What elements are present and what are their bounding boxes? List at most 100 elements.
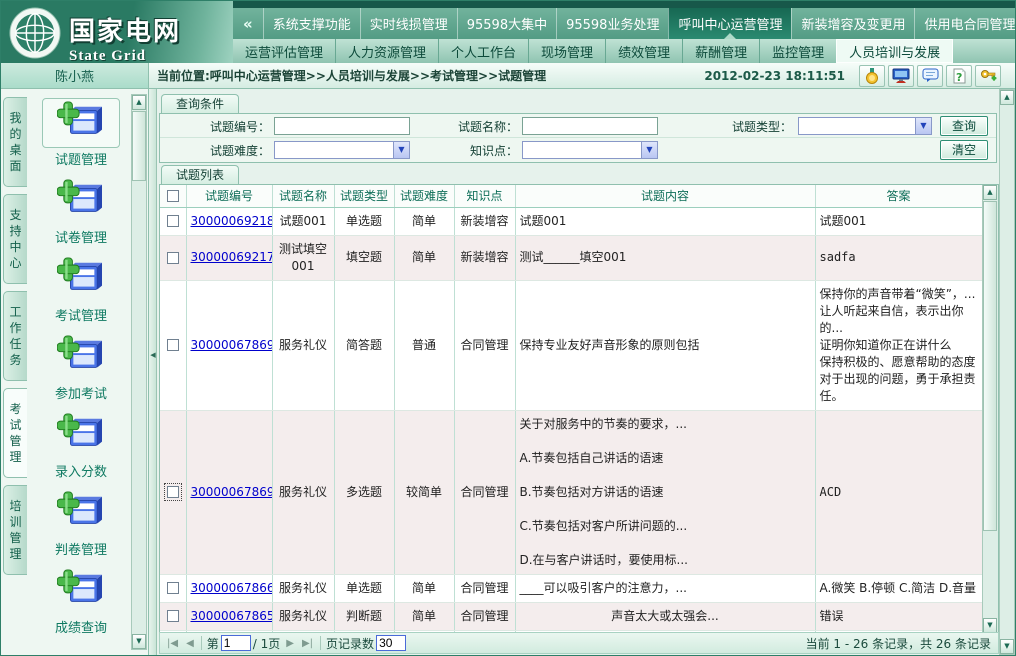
col-answer: 答案 [815, 185, 982, 207]
logo: 国家电网 State Grid [1, 1, 233, 63]
sidebar-tab-exam-mgmt[interactable]: 考试管理 [3, 388, 27, 478]
question-name-input[interactable] [522, 117, 658, 135]
scroll-thumb[interactable] [132, 111, 146, 181]
toolbar: 当前位置:呼叫中心运营管理>>人员培训与发展>>考试管理>>试题管理 2012-… [149, 63, 1015, 89]
question-link[interactable]: 300000692180 [191, 214, 273, 228]
chevron-down-icon: ▼ [393, 142, 409, 158]
question-link[interactable]: 300000678658 [191, 609, 273, 623]
subnav-performance[interactable]: 绩效管理 [605, 39, 682, 63]
row-checkbox[interactable] [167, 252, 179, 264]
collapse-sidebar-icon[interactable]: ◀ [149, 351, 157, 359]
nav-item-line-loss[interactable]: 实时线损管理 [360, 8, 457, 39]
table-row: 300000678658 服务礼仪 判断题 简单 合同管理 声音太大或太强会..… [160, 602, 982, 630]
table-header-row: 试题编号 试题名称 试题类型 试题难度 知识点 试题内容 答案 [160, 185, 982, 207]
knowledge-point-select[interactable]: ▼ [522, 141, 658, 159]
tab-query-conditions[interactable]: 查询条件 [161, 94, 239, 113]
folder-plus-icon [57, 569, 105, 611]
scroll-up-icon[interactable]: ▲ [132, 95, 146, 110]
subnav-personal-desk[interactable]: 个人工作台 [438, 39, 528, 63]
table-row: 300000692174 测试填空001 填空题 简单 新装增容 测试_____… [160, 235, 982, 280]
sidebar-tabs: 我的桌面 支持中心 工作任务 考试管理 培训管理 [3, 97, 27, 575]
row-checkbox[interactable] [167, 610, 179, 622]
nav-item-95598-business[interactable]: 95598业务处理 [556, 8, 668, 39]
question-link[interactable]: 300000678696 [191, 485, 273, 499]
col-question-name: 试题名称 [272, 185, 334, 207]
last-page-icon[interactable]: ▶| [298, 638, 317, 649]
sidebar-tab-training-mgmt[interactable]: 培训管理 [3, 485, 27, 575]
col-question-content: 试题内容 [515, 185, 815, 207]
tab-question-list[interactable]: 试题列表 [161, 165, 239, 184]
scroll-down-icon[interactable]: ▼ [1000, 639, 1014, 654]
search-button[interactable]: 查询 [940, 116, 988, 136]
row-checkbox[interactable] [167, 339, 179, 351]
key-add-icon[interactable] [975, 65, 1001, 87]
table-row: 300000678699 服务礼仪 简答题 普通 合同管理 保持专业友好声音形象… [160, 280, 982, 410]
sidebar-item-question-mgmt[interactable]: 试题管理 [31, 95, 131, 173]
main-content: 查询条件 试题编号： 试题名称： 试题类型： ▼ 查询 试题难度： ▼ 知识点：… [157, 89, 1015, 655]
sidebar-item-label: 试卷管理 [31, 227, 131, 246]
nav-item-system-support[interactable]: 系统支撑功能 [263, 8, 360, 39]
state-grid-globe-icon [9, 7, 61, 59]
sidebar-item-score-query[interactable]: 成绩查询 [31, 563, 131, 641]
subnav-site-mgmt[interactable]: 现场管理 [528, 39, 605, 63]
monitor-icon[interactable] [888, 65, 914, 87]
question-type-select[interactable]: ▼ [798, 117, 932, 135]
folder-plus-icon [57, 179, 105, 221]
question-link[interactable]: 300000678699 [191, 338, 273, 352]
message-icon[interactable] [917, 65, 943, 87]
sidebar-item-enter-scores[interactable]: 录入分数 [31, 407, 131, 485]
next-page-icon[interactable]: ▶ [282, 638, 298, 649]
nav-item-power-contract[interactable]: 供用电合同管理 [914, 8, 1016, 39]
nav-item-call-center[interactable]: 呼叫中心运营管理 [668, 8, 791, 39]
row-checkbox[interactable] [167, 215, 179, 227]
table-scrollbar[interactable]: ▲ ▼ [982, 185, 998, 633]
scroll-up-icon[interactable]: ▲ [1000, 90, 1014, 105]
sidebar-item-take-exam[interactable]: 参加考试 [31, 329, 131, 407]
sidebar: 我的桌面 支持中心 工作任务 考试管理 培训管理 试题管理 试卷管理 [1, 89, 149, 655]
sidebar-item-grading-mgmt[interactable]: 判卷管理 [31, 485, 131, 563]
row-checkbox[interactable] [167, 486, 179, 498]
sidebar-item-exam-mgmt[interactable]: 考试管理 [31, 251, 131, 329]
sidebar-tab-support-center[interactable]: 支持中心 [3, 194, 27, 284]
sidebar-menu: 试题管理 试卷管理 考试管理 参加考试 录入分数 判卷管理 [29, 95, 133, 641]
clear-button[interactable]: 清空 [940, 140, 988, 160]
page-number-input[interactable] [221, 635, 251, 651]
folder-plus-icon [57, 413, 105, 455]
question-table: 试题编号 试题名称 试题类型 试题难度 知识点 试题内容 答案 30000069… [159, 184, 999, 634]
subnav-salary[interactable]: 薪酬管理 [682, 39, 759, 63]
scroll-down-icon[interactable]: ▼ [983, 618, 997, 633]
table-row: 300000692180 试题001 单选题 简单 新装增容 试题001 试题0… [160, 207, 982, 235]
folder-plus-icon [57, 335, 105, 377]
prev-page-icon[interactable]: ◀ [182, 638, 198, 649]
question-difficulty-select[interactable]: ▼ [274, 141, 410, 159]
scroll-up-icon[interactable]: ▲ [983, 185, 997, 200]
sidebar-splitter[interactable]: ◀ [149, 89, 157, 655]
row-checkbox[interactable] [167, 582, 179, 594]
nav-item-new-install[interactable]: 新装增容及变更用 [791, 8, 914, 39]
subnav-hr[interactable]: 人力资源管理 [335, 39, 438, 63]
datetime: 2012-02-23 18:11:51 [704, 69, 859, 83]
page-size-label: 页记录数 [324, 635, 376, 652]
subnav-operation-eval[interactable]: 运营评估管理 [233, 39, 335, 63]
page-size-input[interactable] [376, 635, 406, 651]
sidebar-scrollbar[interactable]: ▲ ▼ [131, 94, 147, 650]
subnav-training[interactable]: 人员培训与发展 [836, 39, 953, 63]
breadcrumb: 当前位置:呼叫中心运营管理>>人员培训与发展>>考试管理>>试题管理 [149, 67, 546, 84]
scroll-down-icon[interactable]: ▼ [132, 634, 146, 649]
first-page-icon[interactable]: |◀ [163, 638, 182, 649]
help-doc-icon[interactable]: ? [946, 65, 972, 87]
sidebar-tab-work-tasks[interactable]: 工作任务 [3, 291, 27, 381]
question-link[interactable]: 300000692174 [191, 250, 273, 264]
nav-collapse-left-icon[interactable]: « [233, 8, 263, 39]
content-scrollbar[interactable]: ▲ ▼ [999, 89, 1015, 655]
sidebar-item-label: 录入分数 [31, 461, 131, 480]
scroll-thumb[interactable] [983, 201, 997, 531]
select-all-checkbox[interactable] [167, 190, 179, 202]
question-code-input[interactable] [274, 117, 410, 135]
subnav-monitor[interactable]: 监控管理 [759, 39, 836, 63]
question-link[interactable]: 300000678665 [191, 581, 273, 595]
nav-item-95598-central[interactable]: 95598大集中 [457, 8, 556, 39]
medal-icon[interactable] [859, 65, 885, 87]
sidebar-tab-my-desktop[interactable]: 我的桌面 [3, 97, 27, 187]
sidebar-item-paper-mgmt[interactable]: 试卷管理 [31, 173, 131, 251]
